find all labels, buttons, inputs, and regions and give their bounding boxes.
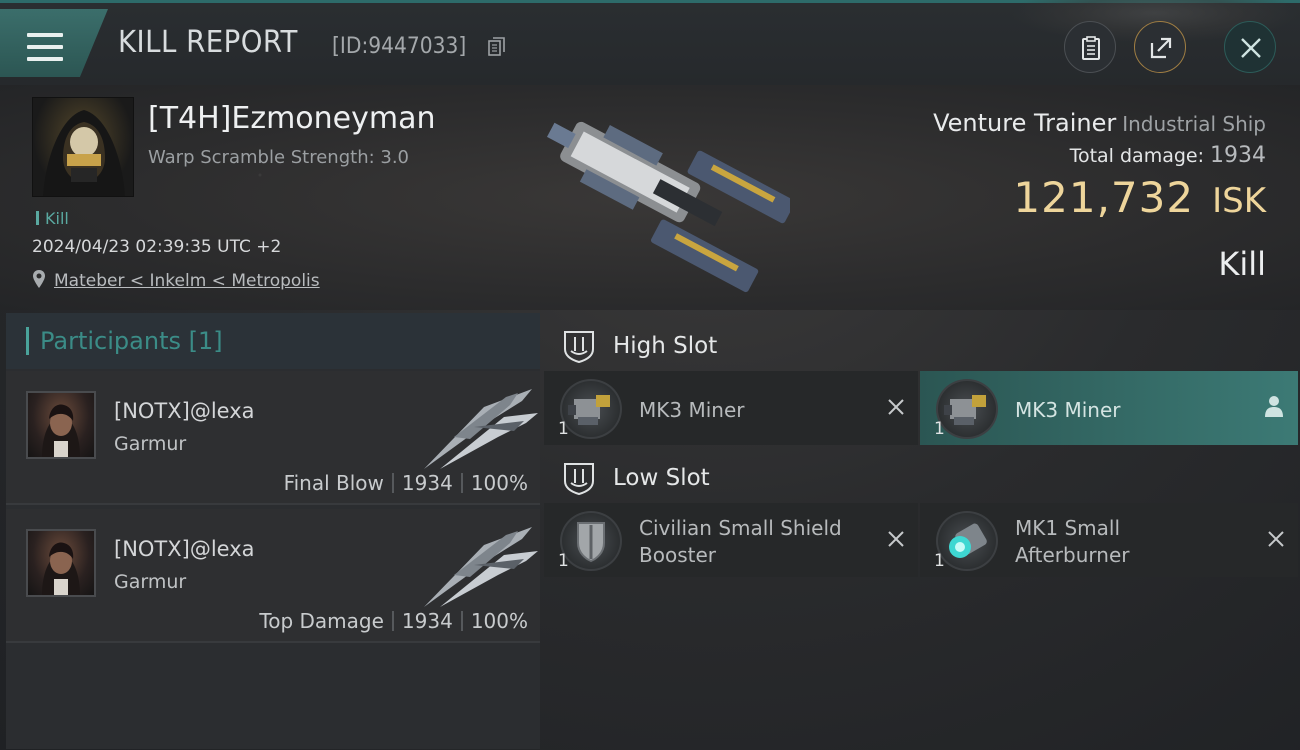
victim-ship[interactable]: Venture Trainer Industrial Ship <box>933 109 1266 137</box>
participant-card[interactable]: [NOTX]@lexa Garmur Final Blow 1934 100% <box>6 371 540 505</box>
clipboard-icon <box>1082 36 1100 60</box>
participant-percent: 100% <box>470 471 528 495</box>
afterburner-icon <box>936 511 998 571</box>
total-damage-value: 1934 <box>1210 143 1266 168</box>
low-slot-icon <box>564 463 594 495</box>
remove-icon[interactable] <box>886 529 906 549</box>
high-slot-header: High Slot <box>544 317 1300 373</box>
location-pin-icon <box>33 270 45 288</box>
module-name-line1: Civilian Small Shield <box>639 516 842 540</box>
module-mk1-small-afterburner[interactable]: 1 MK1 Small Afterburner <box>920 503 1298 577</box>
remove-icon[interactable] <box>886 397 906 417</box>
person-icon <box>1265 396 1283 417</box>
total-damage-label: Total damage: <box>1069 145 1204 167</box>
module-quantity: 1 <box>558 551 569 571</box>
participants-panel: Participants [1] [NOTX]@lexa Garmur Fina… <box>6 313 540 749</box>
participant-ship: Garmur <box>114 433 187 455</box>
module-mk3-miner-selected[interactable]: 1 MK3 Miner <box>920 371 1298 445</box>
participant-role: Final Blow <box>283 471 384 495</box>
miner-icon <box>936 379 998 439</box>
page-title: KILL REPORT <box>118 25 298 60</box>
low-slot-label: Low Slot <box>613 465 710 491</box>
victim-ship-image <box>546 121 790 293</box>
high-slot-label: High Slot <box>613 333 718 359</box>
isk-value: 121,732 ISK <box>1013 173 1266 222</box>
kill-tag: Kill <box>36 209 69 228</box>
participant-name[interactable]: [NOTX]@lexa <box>114 399 255 423</box>
participant-stats: Top Damage 1934 100% <box>259 609 528 633</box>
participant-percent: 100% <box>470 609 528 633</box>
shield-booster-icon <box>560 511 622 571</box>
module-mk3-miner[interactable]: 1 MK3 Miner <box>544 371 918 445</box>
participant-ship: Garmur <box>114 571 187 593</box>
fitting-panel: High Slot 1 MK3 Miner 1 MK3 Miner Low Sl… <box>544 313 1300 750</box>
miner-icon <box>560 379 622 439</box>
participant-ship-image <box>424 527 538 607</box>
close-button[interactable] <box>1224 21 1276 73</box>
avatar <box>26 529 96 597</box>
divider <box>460 473 463 493</box>
high-slot-icon <box>564 331 594 363</box>
low-slot-header: Low Slot <box>544 449 1300 505</box>
header-bar: KILL REPORT [ID:9447033] <box>0 0 1300 85</box>
total-damage: Total damage: 1934 <box>1070 143 1266 168</box>
participants-title: Participants [1] <box>40 327 223 355</box>
share-icon <box>1150 37 1172 59</box>
victim-name[interactable]: [T4H]Ezmoneyman <box>148 101 436 136</box>
clipboard-button[interactable] <box>1064 21 1116 73</box>
warp-scramble-strength: Warp Scramble Strength: 3.0 <box>148 147 410 168</box>
share-button[interactable] <box>1134 21 1186 73</box>
participant-ship-image <box>424 389 538 469</box>
result-label: Kill <box>1218 245 1266 283</box>
menu-icon <box>27 33 63 61</box>
divider <box>460 611 463 631</box>
module-quantity: 1 <box>934 419 945 439</box>
module-name: MK3 Miner <box>1015 398 1121 422</box>
module-name-line1: MK1 Small <box>1015 516 1120 540</box>
participant-stats: Final Blow 1934 100% <box>284 471 528 495</box>
module-name: MK3 Miner <box>639 398 745 422</box>
participants-header: Participants [1] <box>6 313 540 369</box>
module-name-line2: Booster <box>639 543 716 567</box>
location-link[interactable]: Mateber < Inkelm < Metropolis <box>54 271 320 291</box>
report-id: [ID:9447033] <box>332 34 467 59</box>
ship-name: Venture Trainer <box>933 109 1117 137</box>
divider <box>391 611 394 631</box>
participant-damage: 1934 <box>401 471 453 495</box>
victim-portrait[interactable] <box>32 97 134 197</box>
divider <box>391 473 394 493</box>
ship-class: Industrial Ship <box>1122 112 1266 136</box>
kill-report-window: KILL REPORT [ID:9447033] [T4H]Ezmoneyman… <box>0 0 1300 750</box>
isk-amount: 121,732 <box>1013 173 1195 222</box>
kill-datetime: 2024/04/23 02:39:35 UTC +2 <box>32 237 282 257</box>
accent-bar <box>26 327 29 355</box>
module-name-line2: Afterburner <box>1015 543 1130 567</box>
participant-damage: 1934 <box>401 609 453 633</box>
close-icon <box>1241 38 1261 58</box>
avatar <box>26 391 96 459</box>
module-name: Civilian Small Shield Booster <box>639 515 842 569</box>
victim-panel: [T4H]Ezmoneyman Warp Scramble Strength: … <box>0 85 1300 310</box>
menu-button[interactable] <box>0 9 108 77</box>
module-quantity: 1 <box>934 551 945 571</box>
participant-role: Top Damage <box>259 609 384 633</box>
remove-icon[interactable] <box>1266 529 1286 549</box>
isk-currency: ISK <box>1212 181 1266 221</box>
copy-icon[interactable] <box>488 37 506 57</box>
participant-name[interactable]: [NOTX]@lexa <box>114 537 255 561</box>
module-civilian-small-shield-booster[interactable]: 1 Civilian Small Shield Booster <box>544 503 918 577</box>
module-name: MK1 Small Afterburner <box>1015 515 1129 569</box>
participant-card[interactable]: [NOTX]@lexa Garmur Top Damage 1934 100% <box>6 509 540 643</box>
hooded-character-portrait <box>43 110 125 196</box>
module-quantity: 1 <box>558 419 569 439</box>
